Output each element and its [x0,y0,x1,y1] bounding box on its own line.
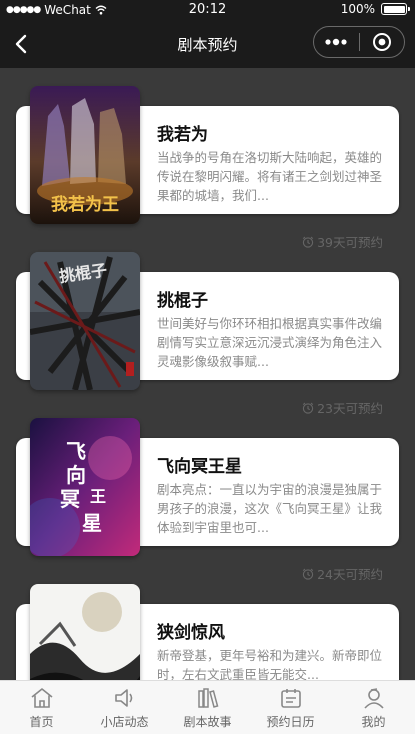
tab-label: 我的 [361,715,386,729]
script-list[interactable]: 我若为王 我若为 当战争的号角在洛切斯大陆响起，英雄的传说在黎明闪耀。将有诸王之… [0,68,415,680]
availability-days: 23天可预约 [317,401,383,416]
script-poster[interactable] [30,584,140,680]
tab-label: 剧本故事 [183,715,232,729]
tab-mine[interactable]: 我的 [332,681,415,734]
alarm-clock-icon [302,402,314,414]
user-icon [363,688,384,709]
close-miniprogram-button[interactable] [360,27,405,57]
script-description: 当战争的号角在洛切斯大陆响起，英雄的传说在黎明闪耀。将有诸王之剑划过神圣果都的城… [157,150,383,203]
tab-label: 预约日历 [266,715,315,729]
tab-home[interactable]: 首页 [0,681,83,734]
svg-text:冥: 冥 [60,487,80,511]
script-description: 剧本亮点：一直以为宇宙的浪漫是独属于男孩子的浪漫，这次《飞向冥王星》让我体验到宇… [157,482,383,535]
more-dots-icon [325,38,347,46]
script-description: 新帝登基，更年号裕和为建兴。新帝即位时，左右文武重臣皆无能交... [157,648,383,680]
availability: 23天可预约 [302,398,383,417]
script-card[interactable]: 飞 向 冥 王 星 飞向冥王星 剧本亮点：一直以为宇宙的浪漫是独属于男孩子的浪漫… [16,418,399,582]
svg-text:飞: 飞 [66,439,86,463]
poster-title: 我若为王 [51,194,119,215]
script-card[interactable]: 我若为王 我若为 当战争的号角在洛切斯大陆响起，英雄的传说在黎明闪耀。将有诸王之… [16,86,399,250]
nav-bar: 剧本预约 [0,20,415,68]
status-right: 100% [340,2,410,16]
tab-shop-news[interactable]: 小店动态 [83,681,166,734]
tab-booking-calendar[interactable]: 预约日历 [249,681,332,734]
speaker-icon [114,689,132,707]
availability-days: 39天可预约 [317,235,383,250]
battery-percent: 100% [340,2,375,16]
script-title: 狭剑惊风 [157,623,225,643]
more-button[interactable] [314,27,359,57]
battery-icon [381,3,410,15]
bottom-tab-bar: 首页 小店动态 剧本故事 预约日历 我的 [0,680,415,734]
script-poster[interactable]: 挑棍子 [30,252,140,390]
script-title: 我若为 [157,125,208,145]
availability: 24天可预约 [302,564,383,583]
mini-program-capsule [313,26,405,58]
status-bar: ●●●●● WeChat 20:12 100% [0,0,415,20]
target-close-icon [372,33,391,51]
alarm-clock-icon [302,568,314,580]
books-icon [197,688,218,708]
tab-script-stories[interactable]: 剧本故事 [166,681,249,734]
script-card[interactable]: 狭剑惊风 新帝登基，更年号裕和为建兴。新帝即位时，左右文武重臣皆无能交... [16,584,399,680]
availability: 39天可预约 [302,232,383,251]
calendar-icon [280,689,301,708]
svg-text:王: 王 [90,487,106,506]
tab-label: 小店动态 [100,715,149,729]
script-card[interactable]: 挑棍子 挑棍子 世间美好与你环环相扣根据真实事件改编剧情写实立意深远沉浸式演绎为… [16,252,399,416]
home-icon [31,688,52,708]
script-poster[interactable]: 我若为王 [30,86,140,224]
alarm-clock-icon [302,236,314,248]
svg-text:向: 向 [66,463,86,487]
availability-days: 24天可预约 [317,567,383,582]
svg-text:星: 星 [82,511,102,535]
tab-label: 首页 [29,715,54,729]
script-title: 飞向冥王星 [157,457,242,477]
script-description: 世间美好与你环环相扣根据真实事件改编剧情写实立意深远沉浸式演绎为角色注入灵魂影像… [157,316,383,369]
script-poster[interactable]: 飞 向 冥 王 星 [30,418,140,556]
script-title: 挑棍子 [157,291,208,311]
